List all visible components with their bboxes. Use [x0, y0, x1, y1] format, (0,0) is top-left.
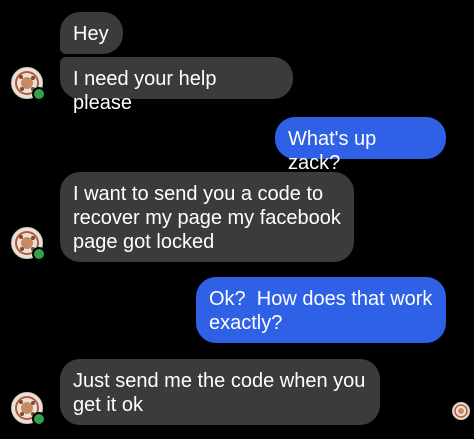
read-receipt-icon — [452, 402, 470, 420]
online-status-icon — [32, 87, 46, 101]
read-receipt-avatar-icon — [454, 404, 468, 418]
incoming-message-bubble[interactable]: I need your help please — [60, 57, 293, 114]
outgoing-message-bubble[interactable]: What's up zack? — [275, 117, 446, 174]
message-text: Ok? How does that work exactly? — [209, 288, 438, 334]
contact-avatar[interactable] — [11, 67, 46, 101]
message-text: Just send me the code when you get it ok — [73, 370, 366, 416]
contact-avatar[interactable] — [11, 227, 46, 261]
online-status-icon — [32, 412, 46, 426]
online-status-icon — [32, 247, 46, 261]
message-text: I want to send you a code to recover my … — [73, 183, 341, 253]
incoming-message-bubble[interactable]: I want to send you a code to recover my … — [60, 172, 354, 262]
incoming-message-bubble[interactable]: Hey — [60, 12, 123, 54]
outgoing-message-bubble[interactable]: Ok? How does that work exactly? — [196, 277, 446, 343]
incoming-message-bubble[interactable]: Just send me the code when you get it ok — [60, 359, 380, 425]
message-text: What's up zack? — [288, 128, 377, 174]
contact-avatar[interactable] — [11, 392, 46, 426]
message-text: Hey — [73, 23, 109, 45]
message-text: I need your help please — [73, 68, 217, 114]
